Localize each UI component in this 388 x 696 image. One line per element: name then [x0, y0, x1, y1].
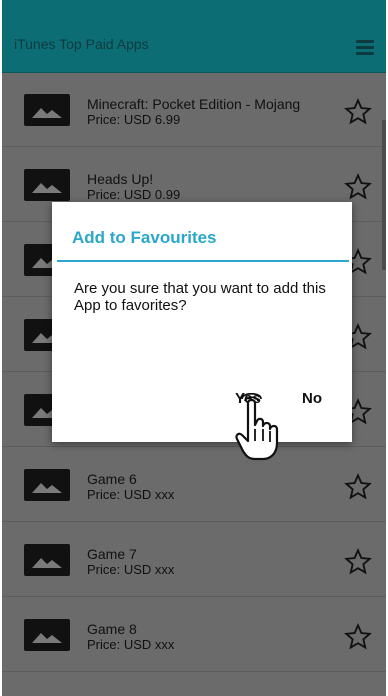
dialog-message: Are you sure that you want to add this A… — [74, 280, 326, 314]
dialog-divider — [57, 260, 349, 262]
hand-pointer-icon — [235, 393, 279, 461]
confirm-dialog: Add to Favourites Are you sure that you … — [52, 202, 352, 442]
no-button[interactable]: No — [302, 390, 322, 407]
app-screen: iTunes Top Paid Apps Minecraft: Pocket E… — [2, 0, 386, 696]
dialog-title: Add to Favourites — [72, 228, 217, 247]
